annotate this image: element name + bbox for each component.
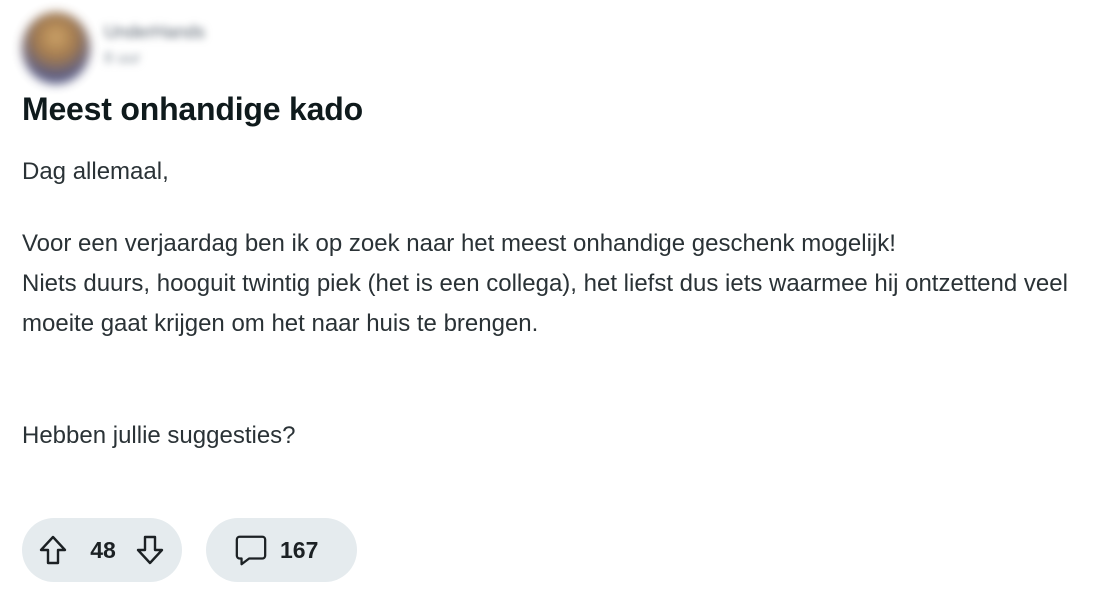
vote-pill: 48 xyxy=(22,518,182,582)
arrow-down-icon xyxy=(136,535,164,565)
author-row: UnderHands 8 uur xyxy=(22,8,422,84)
downvote-button[interactable] xyxy=(133,533,167,567)
author-name[interactable]: UnderHands xyxy=(104,22,205,43)
comments-icon-wrap xyxy=(234,533,268,567)
post-paragraph-line-2: Niets duurs, hooguit twintig piek (het i… xyxy=(22,270,1068,337)
upvote-button[interactable] xyxy=(36,533,70,567)
comment-count: 167 xyxy=(280,537,319,563)
post-title[interactable]: Meest onhandige kado xyxy=(22,91,363,128)
post-question: Hebben jullie suggesties? xyxy=(22,422,296,449)
avatar[interactable] xyxy=(22,12,90,84)
speech-bubble-icon xyxy=(235,535,267,566)
comments-button[interactable]: 167 xyxy=(206,518,357,582)
post-paragraph: Voor een verjaardag ben ik op zoek naar … xyxy=(22,224,1072,344)
arrow-up-icon xyxy=(39,535,67,565)
vote-count: 48 xyxy=(90,537,116,563)
post-greeting: Dag allemaal, xyxy=(22,158,169,185)
post-paragraph-line-1: Voor een verjaardag ben ik op zoek naar … xyxy=(22,230,896,257)
author-meta: 8 uur xyxy=(104,50,141,67)
